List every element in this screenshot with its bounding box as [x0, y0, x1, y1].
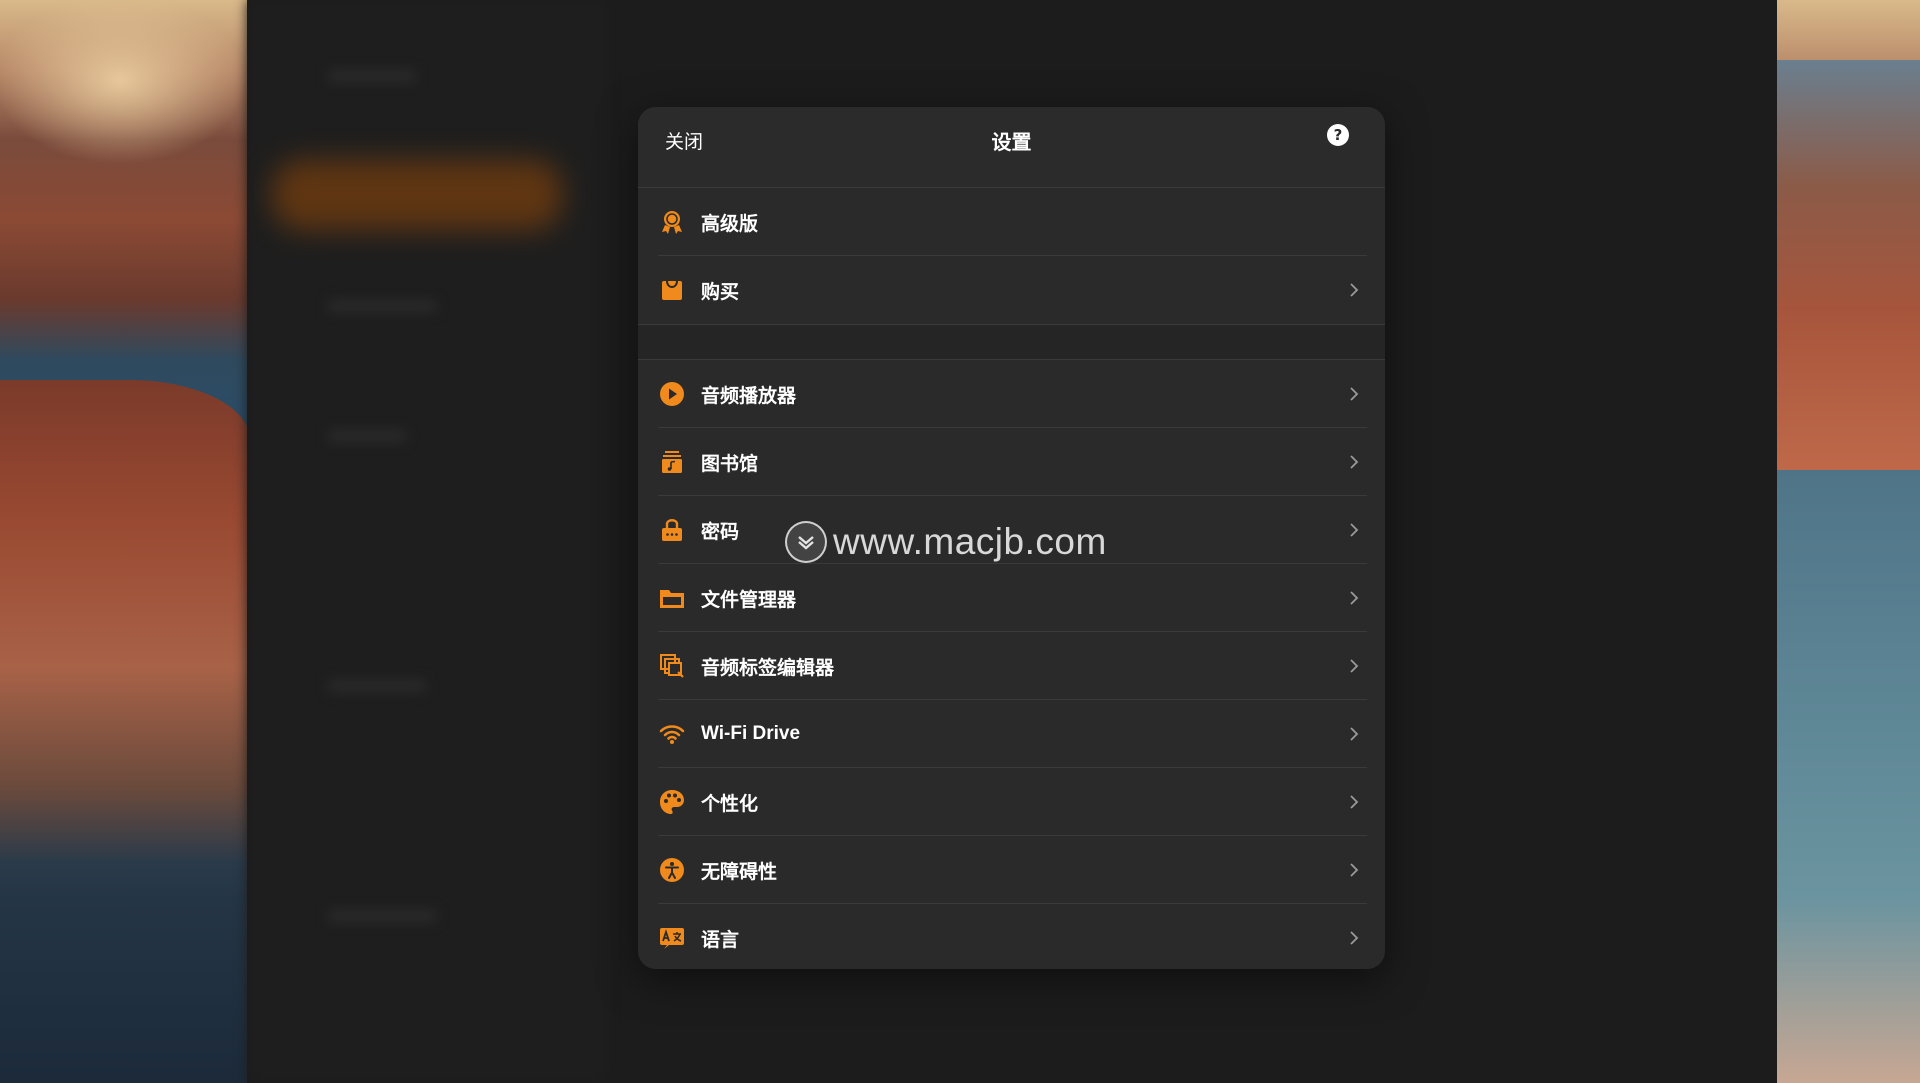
wifi-icon [658, 720, 686, 748]
modal-header: 关闭 设置 ? [638, 107, 1385, 188]
settings-row-label: 高级版 [701, 212, 759, 235]
settings-row-language[interactable]: 语言 [638, 904, 1385, 969]
settings-row-library[interactable]: 图书馆 [638, 428, 1385, 496]
chevron-right-icon [1350, 795, 1359, 809]
wallpaper-rock-right [1770, 60, 1920, 480]
settings-row-file-manager[interactable]: 文件管理器 [638, 564, 1385, 632]
folder-icon [658, 584, 686, 612]
section-separator [638, 324, 1385, 360]
chevron-right-icon [1350, 591, 1359, 605]
settings-row-label: 个性化 [701, 792, 759, 815]
tag-editor-icon [658, 652, 686, 680]
chevron-right-icon [1350, 523, 1359, 537]
blurred-text [327, 430, 407, 442]
settings-row-accessibility[interactable]: 无障碍性 [638, 836, 1385, 904]
settings-row-purchase[interactable]: 购买 [638, 256, 1385, 324]
blurred-text [327, 70, 417, 82]
settings-row-audio-player[interactable]: 音频播放器 [638, 360, 1385, 428]
accessibility-icon [658, 856, 686, 884]
blurred-text [327, 680, 427, 692]
chevron-right-icon [1350, 659, 1359, 673]
wallpaper-lake-right [1770, 470, 1920, 1083]
settings-row-label: 文件管理器 [701, 588, 797, 611]
chevron-right-icon [1350, 455, 1359, 469]
settings-row-password[interactable]: 密码 [638, 496, 1385, 564]
settings-section-main: 音频播放器 图书馆 密码 文件管理器 音频标签编辑器 Wi-Fi Drive 个… [638, 360, 1385, 969]
chevron-right-icon [1350, 727, 1359, 741]
settings-row-label: Wi-Fi Drive [701, 723, 801, 744]
settings-row-label: 密码 [701, 520, 740, 543]
settings-modal: 关闭 设置 ? 高级版 购买 音频播放器 图书馆 密码 文件管理器 音频标签编辑… [638, 107, 1385, 969]
settings-row-label: 音频标签编辑器 [701, 656, 835, 679]
settings-row-premium[interactable]: 高级版 [638, 188, 1385, 256]
question-circle-icon[interactable]: ? [1327, 124, 1349, 146]
sidebar-selected-item-blurred [272, 160, 562, 230]
palette-icon [658, 788, 686, 816]
blurred-text [327, 300, 437, 312]
settings-row-label: 图书馆 [701, 452, 759, 475]
settings-row-personalization[interactable]: 个性化 [638, 768, 1385, 836]
settings-row-label: 无障碍性 [701, 860, 778, 883]
chevron-right-icon [1350, 931, 1359, 945]
translate-icon [658, 924, 686, 952]
chevron-right-icon [1350, 283, 1359, 297]
settings-section-premium: 高级版 购买 [638, 188, 1385, 324]
shopping-bag-icon [658, 276, 686, 304]
chevron-right-icon [1350, 387, 1359, 401]
chevron-right-icon [1350, 863, 1359, 877]
play-circle-icon [658, 380, 686, 408]
settings-row-label: 购买 [701, 280, 740, 303]
settings-row-tag-editor[interactable]: 音频标签编辑器 [638, 632, 1385, 700]
settings-row-label: 语言 [701, 928, 740, 951]
blurred-text [327, 910, 437, 922]
modal-title: 设置 [991, 130, 1032, 154]
music-library-icon [658, 448, 686, 476]
settings-row-wifi-drive[interactable]: Wi-Fi Drive [638, 700, 1385, 768]
lock-icon [658, 516, 686, 544]
settings-row-label: 音频播放器 [701, 384, 797, 407]
wallpaper-rock-left [0, 380, 250, 860]
premium-badge-icon [658, 208, 686, 236]
